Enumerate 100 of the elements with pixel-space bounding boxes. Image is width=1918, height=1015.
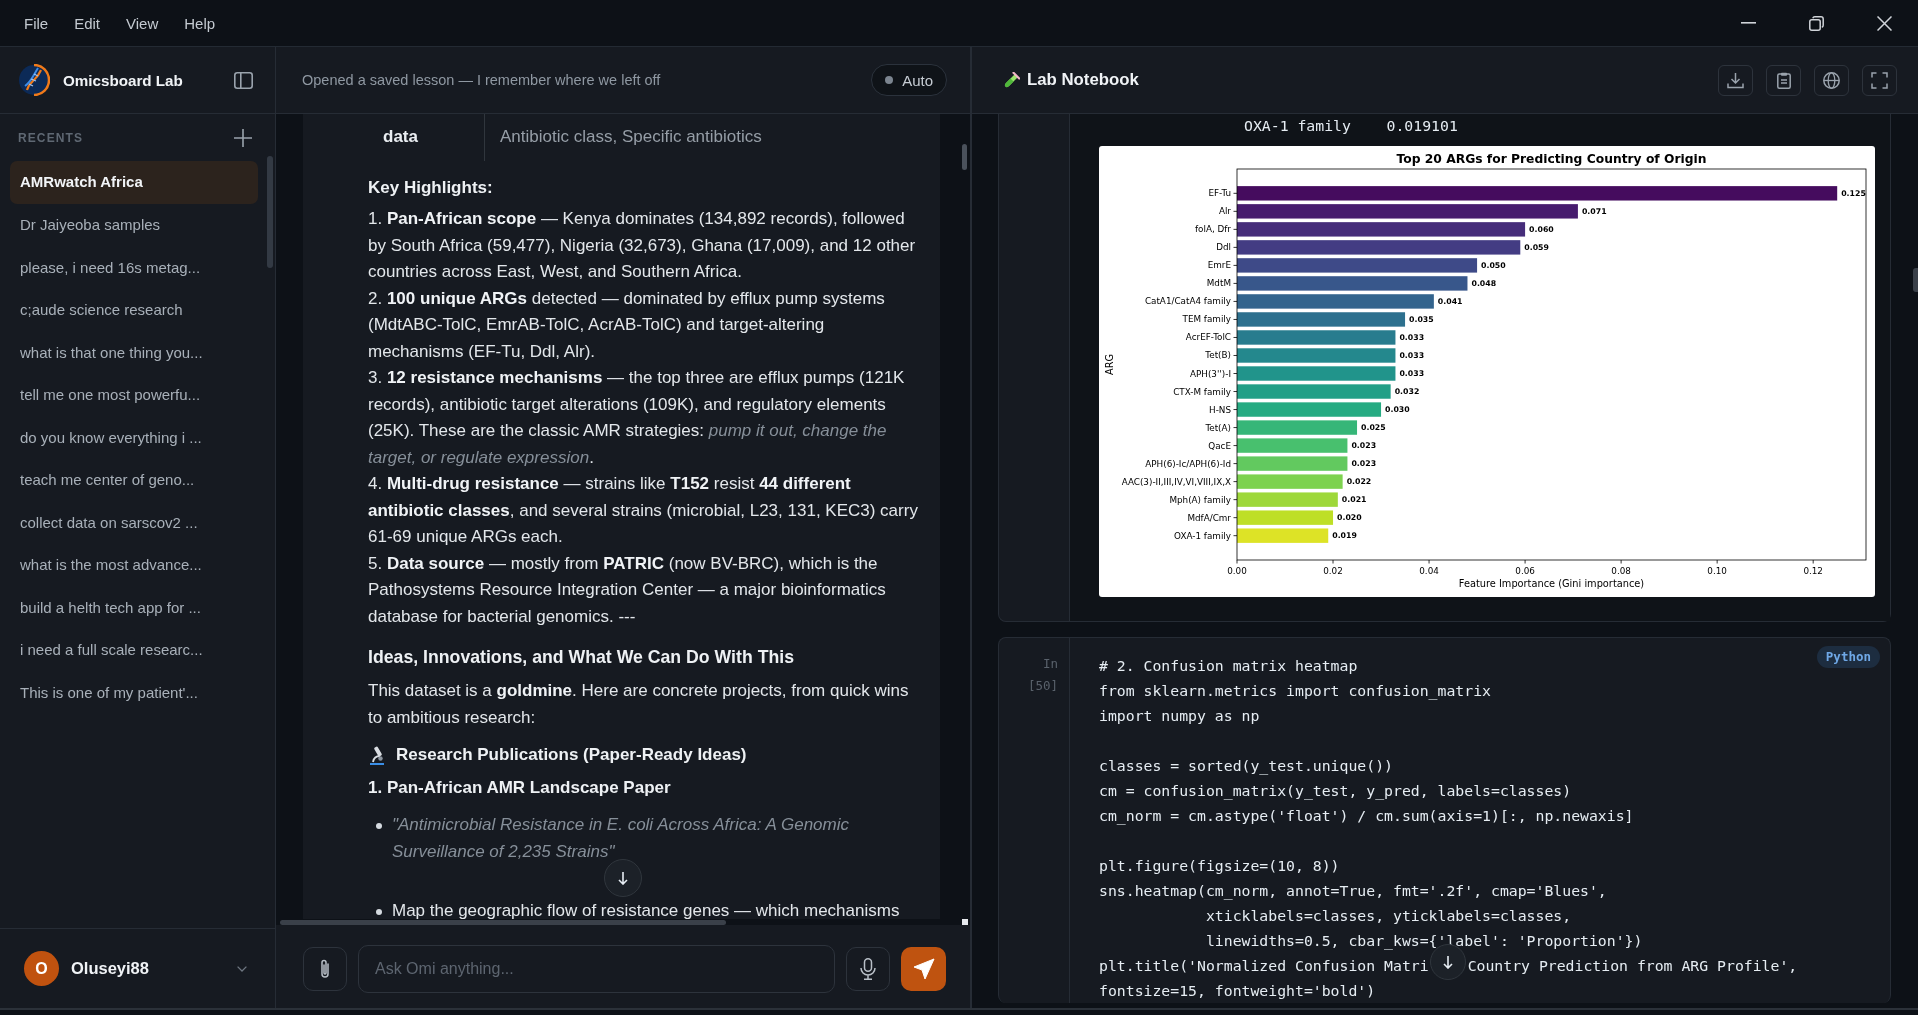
arrow-down-icon [618,871,628,885]
tick-label: Tet(B) [1205,350,1231,361]
code-line: xticklabels=classes, yticklabels=classes, [1204,906,1572,926]
bullet-icon [376,823,382,829]
tick-label: 0.06 [1515,566,1535,576]
section-label: 1. Pan-African AMR Landscape Paper [368,776,672,799]
clipboard-button[interactable] [1766,64,1801,96]
menu-item[interactable]: File [11,10,62,36]
chevron-down-icon [237,965,247,972]
tick-label: 0.10 [1707,566,1727,576]
language-badge: Python [1816,646,1880,668]
tick-label: Alr [1218,206,1231,217]
tick-label: OXA-1 family [1174,530,1231,541]
code-line: classes = sorted(y_test.unique()) [1099,756,1393,777]
list-item: 4. Multi-drug resistance — strains like T152 resist 44 different antibiotic classes, and several strains (microbial, L23, 131, KEC3) carry 61-69 unique ARGs each. [368,473,919,548]
send-button[interactable] [901,946,946,991]
tick-label: H-NS [1209,404,1231,415]
minimize-icon [1740,22,1756,24]
list-item: 2. 100 unique ARGs detected — dominated by efflux pump systems (MdtABC-TolC, EmrAB-TolC, AcrAB-TolC) and target-altering mechanisms (EF-Tu, Ddl, Alr). [368,287,886,363]
scrollbar-thumb[interactable] [1913,268,1918,292]
plus-icon [234,128,252,147]
tick-label: Tet(A) [1205,422,1231,433]
recent-chat-item[interactable]: This is one of my patient'... [10,671,258,714]
execution-count: [50] [1027,677,1058,695]
section-heading: Ideas, Innovations, and What We Can Do With This [368,646,795,669]
download-button[interactable] [1718,64,1753,96]
bullet-text: Map the geographic flow of resistance genes — which mechanisms [392,900,900,919]
tick-label: 0.00 [1227,566,1247,576]
scrollbar-thumb[interactable] [280,919,726,925]
cell-prompt: In [1042,655,1058,673]
list-item: 1. Pan-African scope — Kenya dominates (134,892 records), followed by South Africa (59,477), Nigeria (32,673), Ghana (17,009), and 12 other countries across East, West, and Southern Africa. [368,208,917,283]
scrollbar-thumb[interactable] [267,156,273,268]
tick-label: 0.04 [1419,566,1439,576]
tick-label: 0.08 [1611,566,1631,576]
menu-item[interactable]: Edit [61,10,114,36]
bullet-icon [376,909,382,915]
menu-item[interactable]: Help [171,10,229,36]
axis-title: Feature Importance (Gini importance) [1458,578,1645,589]
recent-chat-item[interactable]: what is the most advance... [10,544,258,587]
tick-label: EF-Tu [1208,188,1231,199]
tick-label: APH(3'')-I [1190,368,1231,379]
sidebar-toggle-icon [234,71,253,89]
recent-chat-item[interactable]: collect data on sarscov2 ... [10,501,258,544]
recent-chat-item[interactable]: please, i need 16s metag... [10,246,258,289]
scrollbar-thumb[interactable] [962,144,967,170]
clipboard-icon [1776,71,1791,89]
recent-chat-item[interactable]: do you know everything i ... [10,416,258,459]
attach-button[interactable] [303,946,347,991]
recent-chat-item[interactable]: c;aude science research [10,289,258,332]
paragraph: This dataset is a goldmine. Here are concrete projects, from quick wins to ambitious research: [368,680,910,729]
restore-icon [1808,15,1824,31]
microphone-button[interactable] [846,946,890,991]
tick-label: APH(6)-Ic/APH(6)-Id [1145,458,1231,469]
session-notice: Opened a saved lesson — I remember where we left off [302,72,661,88]
table-cell: data [383,114,485,161]
tick-label: Mph(A) family [1169,494,1231,505]
tick-label: 0.02 [1323,566,1343,576]
globe-button[interactable] [1814,64,1849,96]
code-line: cm = confusion_matrix(y_test, y_pred, labels=classes) [1099,781,1572,802]
recent-chat-item[interactable]: build a helth tech app for ... [10,586,258,629]
new-chat-button[interactable] [234,128,252,147]
sidebar-toggle-button[interactable] [234,71,253,89]
axis-title: ARG [1104,353,1115,376]
code-line: # 2. Confusion matrix heatmap [1099,656,1358,676]
code-line: import numpy as np [1099,706,1260,726]
recent-chat-item[interactable]: what is that one thing you... [10,331,258,374]
mode-button[interactable]: Auto [871,64,947,96]
close-icon [1876,15,1892,31]
message-input[interactable]: Ask Omi anything... [358,944,835,993]
tick-label: EmrE [1207,260,1231,271]
recent-chat-item[interactable]: AMRwatch Africa [10,161,258,204]
menu-item[interactable]: View [113,10,172,36]
recent-chat-item[interactable]: teach me center of geno... [10,459,258,502]
section-title: Research Publications (Paper-Ready Ideas) [396,744,747,766]
code-line: sns.heatmap(cm_norm, annot=True, fmt='.2f', cmap='Blues', [1099,881,1607,902]
code-line: linewidths=0.5, cbar_kws={'label': 'Proportion'}) [1204,931,1643,952]
send-icon [912,957,935,980]
paperclip-icon [319,957,331,980]
output-text: OXA-1 family 0.019101 [1244,116,1458,136]
tick-label: MdfA/Cmr [1187,512,1231,523]
recents-label: RECENTS [18,130,84,145]
code-line: from sklearn.metrics import confusion_matrix [1099,681,1491,702]
tick-label: AcrEF-TolC [1185,332,1231,343]
list-item: 5. Data source — mostly from PATRIC (now BV-BRC), which is the Pathosystems Resource Integration Center — a major bioinformatics database for bacterial genomics. --- [368,552,887,628]
recent-chat-item[interactable]: tell me one most powerfu... [10,374,258,417]
tick-label: TEM family [1182,314,1231,325]
tick-label: Ddl [1216,242,1231,253]
code-line: fontsize=15, fontweight='bold') [1099,981,1376,1001]
code-line: cm_norm = cm.astype('float') / cm.sum(axis=1)[:, np.newaxis] [1099,806,1634,827]
recent-chat-item[interactable]: i need a full scale researc... [10,629,258,672]
status-dot-icon [885,76,894,84]
fullscreen-icon [1871,71,1888,89]
globe-icon [1823,71,1840,89]
fullscreen-button[interactable] [1862,64,1897,96]
tick-label: CTX-M family [1173,386,1231,397]
table-cell-text: Antibiotic class, Specific antibiotics [499,126,762,148]
recent-chat-item[interactable]: Dr Jaiyeoba samples [10,204,258,247]
notebook-title: Lab Notebook [1027,70,1140,90]
scrollbar-corner [962,919,968,925]
dna-logo-icon [18,64,50,96]
